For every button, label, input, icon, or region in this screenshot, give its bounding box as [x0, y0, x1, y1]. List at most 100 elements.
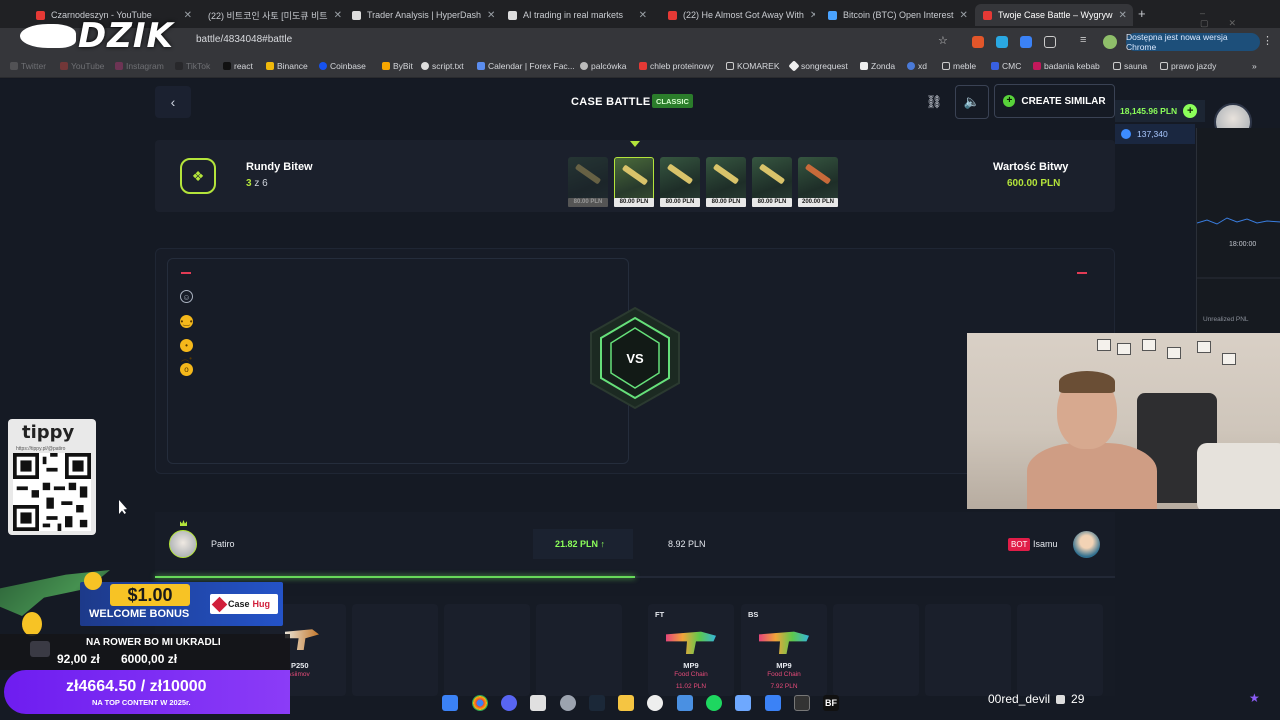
sound-toggle-button[interactable]: 🔈 [955, 85, 989, 119]
close-icon[interactable]: ✕ [487, 10, 495, 21]
item-name: P250 [291, 661, 309, 670]
wall-frame [1097, 339, 1111, 351]
browser-tab[interactable]: (22) 비트코인 사토 [미도큐 비트 ✕ [200, 4, 342, 26]
browser-tab[interactable]: Bitcoin (BTC) Open Interest ✕ [820, 4, 972, 26]
bookmark-folder[interactable]: sauna [1113, 61, 1147, 71]
obs-icon[interactable] [560, 695, 576, 711]
chrome-icon[interactable] [472, 695, 488, 711]
emoji-picker-icon[interactable]: ☺ [180, 290, 193, 303]
app-icon[interactable] [677, 695, 693, 711]
player-one-name[interactable]: Patiro [211, 539, 235, 549]
browser-tab-active[interactable]: Twoje Case Battle – Wygryw ✕ [975, 4, 1133, 26]
chart-time-label: 18:00:00 [1229, 241, 1257, 248]
bookmark[interactable]: YouTube [60, 61, 104, 71]
bookmark[interactable]: badania kebab [1033, 61, 1100, 71]
close-icon[interactable]: ✕ [334, 10, 342, 21]
bookmark[interactable]: Coinbase [319, 61, 366, 71]
extension-icon[interactable] [996, 36, 1008, 48]
item-card[interactable]: BS MP9 Food Chain 7.92 PLN [741, 604, 827, 696]
close-icon[interactable]: ✕ [639, 10, 647, 21]
browser-tab[interactable]: Trader Analysis | HyperDash ✕ [344, 4, 496, 26]
star-icon: ★ [1249, 691, 1260, 705]
close-icon[interactable]: ✕ [810, 10, 815, 21]
package-icon [1056, 694, 1066, 704]
deposit-plus-icon[interactable]: + [1183, 104, 1198, 118]
battle-value: 600.00 PLN [1007, 178, 1061, 189]
star-icon[interactable]: ☆ [938, 34, 948, 47]
windows-start-icon[interactable] [442, 695, 458, 711]
spotify-icon[interactable] [706, 695, 722, 711]
bookmark[interactable]: Binance [266, 61, 308, 71]
bookmark[interactable]: Zonda [860, 61, 895, 71]
player-two-name[interactable]: Isamu [1033, 539, 1058, 549]
bookmark[interactable]: Calendar | Forex Fac... [477, 61, 575, 71]
bookmark[interactable]: CMC [991, 61, 1021, 71]
menu-icon[interactable]: ≡ [1080, 34, 1086, 46]
steam-icon[interactable] [589, 695, 605, 711]
more-bookmarks-icon[interactable]: » [1252, 61, 1257, 71]
ccleaner-icon[interactable] [647, 695, 663, 711]
new-tab-icon[interactable]: + [1138, 6, 1146, 21]
player-one-reel [167, 258, 629, 464]
bookmark-folder[interactable]: meble [942, 61, 976, 71]
folder-icon[interactable] [618, 695, 634, 711]
emoji-sad-icon[interactable]: •‿• [180, 315, 193, 328]
emoji-frown-icon[interactable]: •︵• [180, 339, 193, 363]
terminal-icon[interactable] [794, 695, 810, 711]
bf-icon[interactable]: BF [823, 695, 839, 711]
bookmark[interactable]: react [223, 61, 253, 71]
bookmark[interactable]: chleb proteinowy [639, 61, 714, 71]
app-icon[interactable] [530, 695, 546, 711]
tiktok-icon [223, 62, 231, 70]
puzzle-icon[interactable] [1044, 36, 1056, 48]
bookmark[interactable]: ByBit [382, 61, 413, 71]
profile-avatar[interactable] [1103, 35, 1117, 49]
close-icon[interactable]: ✕ [1118, 10, 1126, 21]
item-card[interactable]: FT MP9 Food Chain 11.02 PLN [648, 604, 734, 696]
webcam-overlay [967, 333, 1280, 509]
back-button[interactable]: ‹ [155, 86, 191, 118]
extension-icon[interactable] [1020, 36, 1032, 48]
url-text[interactable]: battle/4834048#battle [196, 34, 292, 45]
bookmark-folder[interactable]: KOMAREK [726, 61, 780, 71]
folder-icon [1113, 62, 1121, 70]
stream-user-label: 00red_devil 29 [988, 692, 1085, 706]
item-name: MP9 [683, 661, 699, 670]
chrome-update-button[interactable]: Dostępna jest nowa wersja Chrome [1126, 32, 1260, 52]
player-one-avatar[interactable] [169, 530, 197, 558]
mp9-icon [666, 631, 716, 654]
wall-frame [1197, 341, 1211, 353]
bookmark[interactable]: TikTok [175, 61, 210, 71]
battle-value-label: Wartość Bitwy [993, 161, 1069, 173]
bookmark[interactable]: palcówka [580, 61, 626, 71]
bookmark[interactable]: Twitter [10, 61, 46, 71]
browser-tab[interactable]: (22) He Almost Got Away With ✕ [660, 4, 815, 26]
browser-tab[interactable]: AI trading in real markets ✕ [500, 4, 655, 26]
player-two-avatar[interactable] [1073, 531, 1100, 558]
twitter-icon [10, 62, 18, 70]
bookmark[interactable]: songrequest [788, 60, 848, 72]
create-similar-button[interactable]: + CREATE SIMILAR [994, 84, 1115, 118]
bookmark[interactable]: script.txt [421, 61, 464, 71]
balance-badge[interactable]: 18,145.96 PLN + [1115, 100, 1205, 122]
discord-icon[interactable] [501, 695, 517, 711]
window-controls[interactable]: –▢✕ [1200, 8, 1280, 29]
notepad-icon[interactable] [735, 695, 751, 711]
item-price: 11.02 PLN [675, 683, 707, 690]
streamer-hair [1059, 371, 1115, 393]
bookmark[interactable]: Instagram [115, 61, 164, 71]
close-icon[interactable]: ✕ [960, 10, 968, 21]
address-bar[interactable]: battle/4834048#battle ☆ ≡ ⋮ [0, 28, 1280, 56]
app-icon[interactable] [765, 695, 781, 711]
link-icon [907, 62, 915, 70]
mp9-icon [759, 631, 809, 654]
emoji-shock-icon[interactable]: o [180, 363, 193, 376]
item-name: MP9 [776, 661, 792, 670]
bookmark[interactable]: xd [907, 61, 927, 71]
extension-icon[interactable] [972, 36, 984, 48]
bookmark-folder[interactable]: prawo jazdy [1160, 61, 1216, 71]
folder-icon [726, 62, 734, 70]
close-icon[interactable]: ✕ [184, 10, 192, 21]
copy-link-button[interactable]: ⛓ [917, 85, 951, 119]
more-icon[interactable]: ⋮ [1262, 34, 1273, 47]
